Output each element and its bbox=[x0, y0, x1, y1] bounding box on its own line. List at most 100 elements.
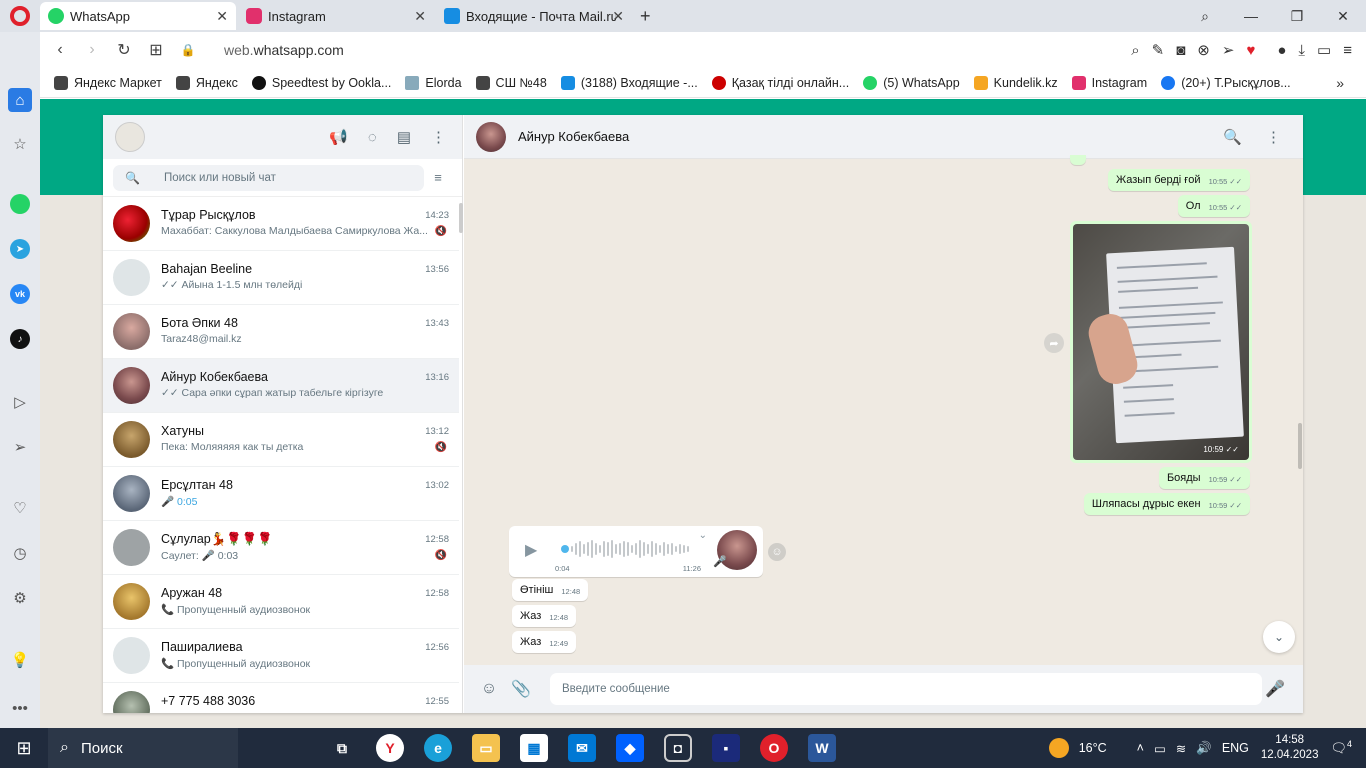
image-message[interactable]: 10:59 ✓✓ bbox=[1070, 221, 1252, 463]
chat-item[interactable]: Ерсұлтан 48 13:02 🎤 0:05 bbox=[103, 467, 459, 521]
wifi-icon[interactable]: ≋ bbox=[1176, 741, 1186, 756]
tiktok-sidebar-icon[interactable]: ♪ bbox=[10, 329, 30, 349]
scroll-down-button[interactable]: ⌄ bbox=[1263, 621, 1295, 653]
message-input[interactable]: Введите сообщение bbox=[550, 673, 1262, 705]
settings-gear-icon[interactable]: ⚙ bbox=[8, 586, 32, 610]
reload-icon[interactable]: ↻ bbox=[108, 40, 140, 60]
dropbox-icon[interactable]: ◆ bbox=[616, 734, 644, 762]
battery-icon[interactable]: ▭ bbox=[1317, 41, 1331, 59]
voice-message[interactable]: ▶ 0:04 11:26 ⌄ 🎤 bbox=[509, 526, 763, 577]
play-icon[interactable]: ▶ bbox=[525, 540, 537, 560]
communities-megaphone-icon[interactable]: 📢 bbox=[329, 128, 348, 146]
emoji-reaction-icon[interactable]: ☺ bbox=[768, 543, 786, 561]
clock[interactable]: 14:58 12.04.2023 bbox=[1261, 733, 1319, 763]
incoming-message[interactable]: Өтініш 12:48 bbox=[512, 579, 589, 601]
outgoing-message[interactable] bbox=[1070, 155, 1086, 165]
telegram-sidebar-icon[interactable]: ➤ bbox=[10, 239, 30, 259]
outgoing-message[interactable]: Бояды 10:59 ✓✓ bbox=[1158, 467, 1250, 489]
file-explorer-icon[interactable]: ▭ bbox=[472, 734, 500, 762]
chat-item[interactable]: Бота Әпки 48 13:43 Taraz48@mail.kz bbox=[103, 305, 459, 359]
chat-item[interactable]: Bahajan Beeline 13:56 ✓✓ Айына 1-1.5 млн… bbox=[103, 251, 459, 305]
emoji-icon[interactable]: ☺ bbox=[474, 680, 504, 698]
edit-icon[interactable]: ✎ bbox=[1152, 41, 1165, 59]
lightbulb-icon[interactable]: 💡 bbox=[8, 648, 32, 672]
bookmark-item[interactable]: Яндекс Маркет bbox=[54, 75, 162, 90]
whatsapp-sidebar-icon[interactable] bbox=[10, 194, 30, 214]
send-icon[interactable]: ➢ bbox=[1222, 41, 1235, 59]
search-input[interactable]: 🔍 Поиск или новый чат bbox=[113, 164, 424, 191]
bookmark-item[interactable]: Speedtest by Ookla... bbox=[251, 75, 391, 90]
voice-record-icon[interactable]: 🎤 bbox=[1265, 679, 1285, 699]
mail-app-icon[interactable]: ✉ bbox=[568, 734, 596, 762]
weather-sun-icon[interactable] bbox=[1048, 738, 1069, 758]
chat-item[interactable]: Паширалиева 12:56 📞 Пропущенный аудиозво… bbox=[103, 629, 459, 683]
windows-start-icon[interactable]: ⊞ bbox=[0, 738, 48, 759]
home-icon[interactable]: ⌂ bbox=[8, 88, 32, 112]
bookmark-item[interactable]: (5) WhatsApp bbox=[863, 75, 960, 90]
camera-icon[interactable]: ◙ bbox=[1176, 42, 1185, 59]
forward-icon[interactable]: › bbox=[76, 41, 108, 59]
chat-list-scrollbar[interactable] bbox=[459, 203, 463, 233]
chevron-up-icon[interactable]: ˄ bbox=[1137, 741, 1144, 755]
more-dots-icon[interactable]: ••• bbox=[8, 696, 32, 720]
profile-avatar-icon[interactable]: ● bbox=[1277, 42, 1286, 59]
history-clock-icon[interactable]: ◷ bbox=[8, 541, 32, 565]
volume-icon[interactable]: 🔊 bbox=[1196, 741, 1212, 756]
bookmark-item[interactable]: (20+) Т.Рысқұлов... bbox=[1161, 75, 1291, 90]
outgoing-message[interactable]: Жазып берді ғой 10:55 ✓✓ bbox=[1107, 169, 1250, 191]
heart-icon[interactable]: ♡ bbox=[8, 496, 32, 520]
bookmark-item[interactable]: Яндекс bbox=[175, 75, 238, 90]
more-bookmarks-icon[interactable]: » bbox=[1336, 75, 1344, 91]
conversation-header[interactable]: Айнур Кобекбаева 🔍 ⋮ bbox=[464, 115, 1303, 159]
heart-filled-icon[interactable]: ♥ bbox=[1246, 42, 1255, 59]
opera-taskbar-icon[interactable]: O bbox=[760, 734, 788, 762]
forward-icon[interactable]: ➦ bbox=[1044, 333, 1064, 353]
edge-icon[interactable]: e bbox=[424, 734, 452, 762]
temperature[interactable]: 16°C bbox=[1079, 741, 1107, 755]
chevron-down-icon[interactable]: ⌄ bbox=[699, 530, 707, 541]
chat-item-selected[interactable]: Айнур Кобекбаева 13:16 ✓✓ Сара әпки сұра… bbox=[103, 359, 459, 413]
outgoing-message[interactable]: Шляпасы дұрыс екен 10:59 ✓✓ bbox=[1083, 493, 1250, 515]
close-window-icon[interactable]: ✕ bbox=[1320, 8, 1366, 25]
word-icon[interactable]: W bbox=[808, 734, 836, 762]
notifications-icon[interactable]: 🗨4 bbox=[1330, 739, 1352, 756]
bookmark-item[interactable]: Instagram bbox=[1071, 75, 1147, 90]
bookmarks-star-icon[interactable]: ☆ bbox=[8, 132, 32, 156]
battery-tray-icon[interactable]: ▭ bbox=[1154, 741, 1166, 756]
security-app-icon[interactable]: ◘ bbox=[664, 734, 692, 762]
incoming-message[interactable]: Жаз 12:49 bbox=[512, 631, 577, 653]
outgoing-message[interactable]: Ол 10:55 ✓✓ bbox=[1177, 195, 1250, 217]
contact-avatar[interactable] bbox=[476, 121, 506, 152]
bookmark-item[interactable]: Қазақ тілді онлайн... bbox=[711, 75, 849, 90]
language-indicator[interactable]: ENG bbox=[1222, 741, 1249, 755]
bookmark-item[interactable]: Elorda bbox=[405, 75, 462, 90]
easy-setup-icon[interactable]: ≡ bbox=[1343, 42, 1352, 59]
my-avatar[interactable] bbox=[115, 122, 145, 152]
chat-item[interactable]: Аружан 48 12:58 📞 Пропущенный аудиозвоно… bbox=[103, 575, 459, 629]
minimize-icon[interactable]: — bbox=[1228, 8, 1274, 24]
opera-menu-icon[interactable] bbox=[10, 6, 30, 26]
bookmark-item[interactable]: (3188) Входящие -... bbox=[560, 75, 698, 90]
menu-dots-icon[interactable]: ⋮ bbox=[431, 128, 446, 146]
tab-instagram[interactable]: Instagram ✕ bbox=[238, 2, 434, 30]
new-tab-button[interactable]: + bbox=[640, 6, 651, 27]
bookmark-item[interactable]: СШ №48 bbox=[475, 75, 547, 90]
app-icon[interactable]: ▪ bbox=[712, 734, 740, 762]
attach-icon[interactable]: 📎 bbox=[506, 679, 536, 699]
incoming-message[interactable]: Жаз 12:48 bbox=[512, 605, 577, 627]
close-tab-icon[interactable]: ✕ bbox=[414, 8, 426, 25]
url-field[interactable]: web.whatsapp.com bbox=[224, 42, 344, 58]
download-icon[interactable]: ⤓ bbox=[1298, 42, 1305, 59]
voice-progress-dot[interactable] bbox=[561, 545, 569, 553]
player-icon[interactable]: ▷ bbox=[8, 390, 32, 414]
vk-sidebar-icon[interactable]: vk bbox=[10, 284, 30, 304]
yandex-browser-icon[interactable]: Y bbox=[376, 734, 404, 762]
restore-icon[interactable]: ❐ bbox=[1274, 8, 1320, 25]
search-icon[interactable]: ⌕ bbox=[1131, 42, 1139, 59]
chat-item[interactable]: Хатуны 13:12 Пека: Моляяяяя как ты детка… bbox=[103, 413, 459, 467]
chat-item[interactable]: Сұлулар💃🌹🌹🌹 12:58 Саулет: 🎤 0:03 🔇 bbox=[103, 521, 459, 575]
tab-mail[interactable]: Входящие - Почта Mail.ru ✕ bbox=[436, 2, 632, 30]
tab-grid-icon[interactable]: ⊞ bbox=[140, 40, 172, 60]
close-tab-icon[interactable]: ✕ bbox=[216, 8, 228, 25]
chat-item[interactable]: +7 775 488 3036 12:55 bbox=[103, 683, 459, 713]
